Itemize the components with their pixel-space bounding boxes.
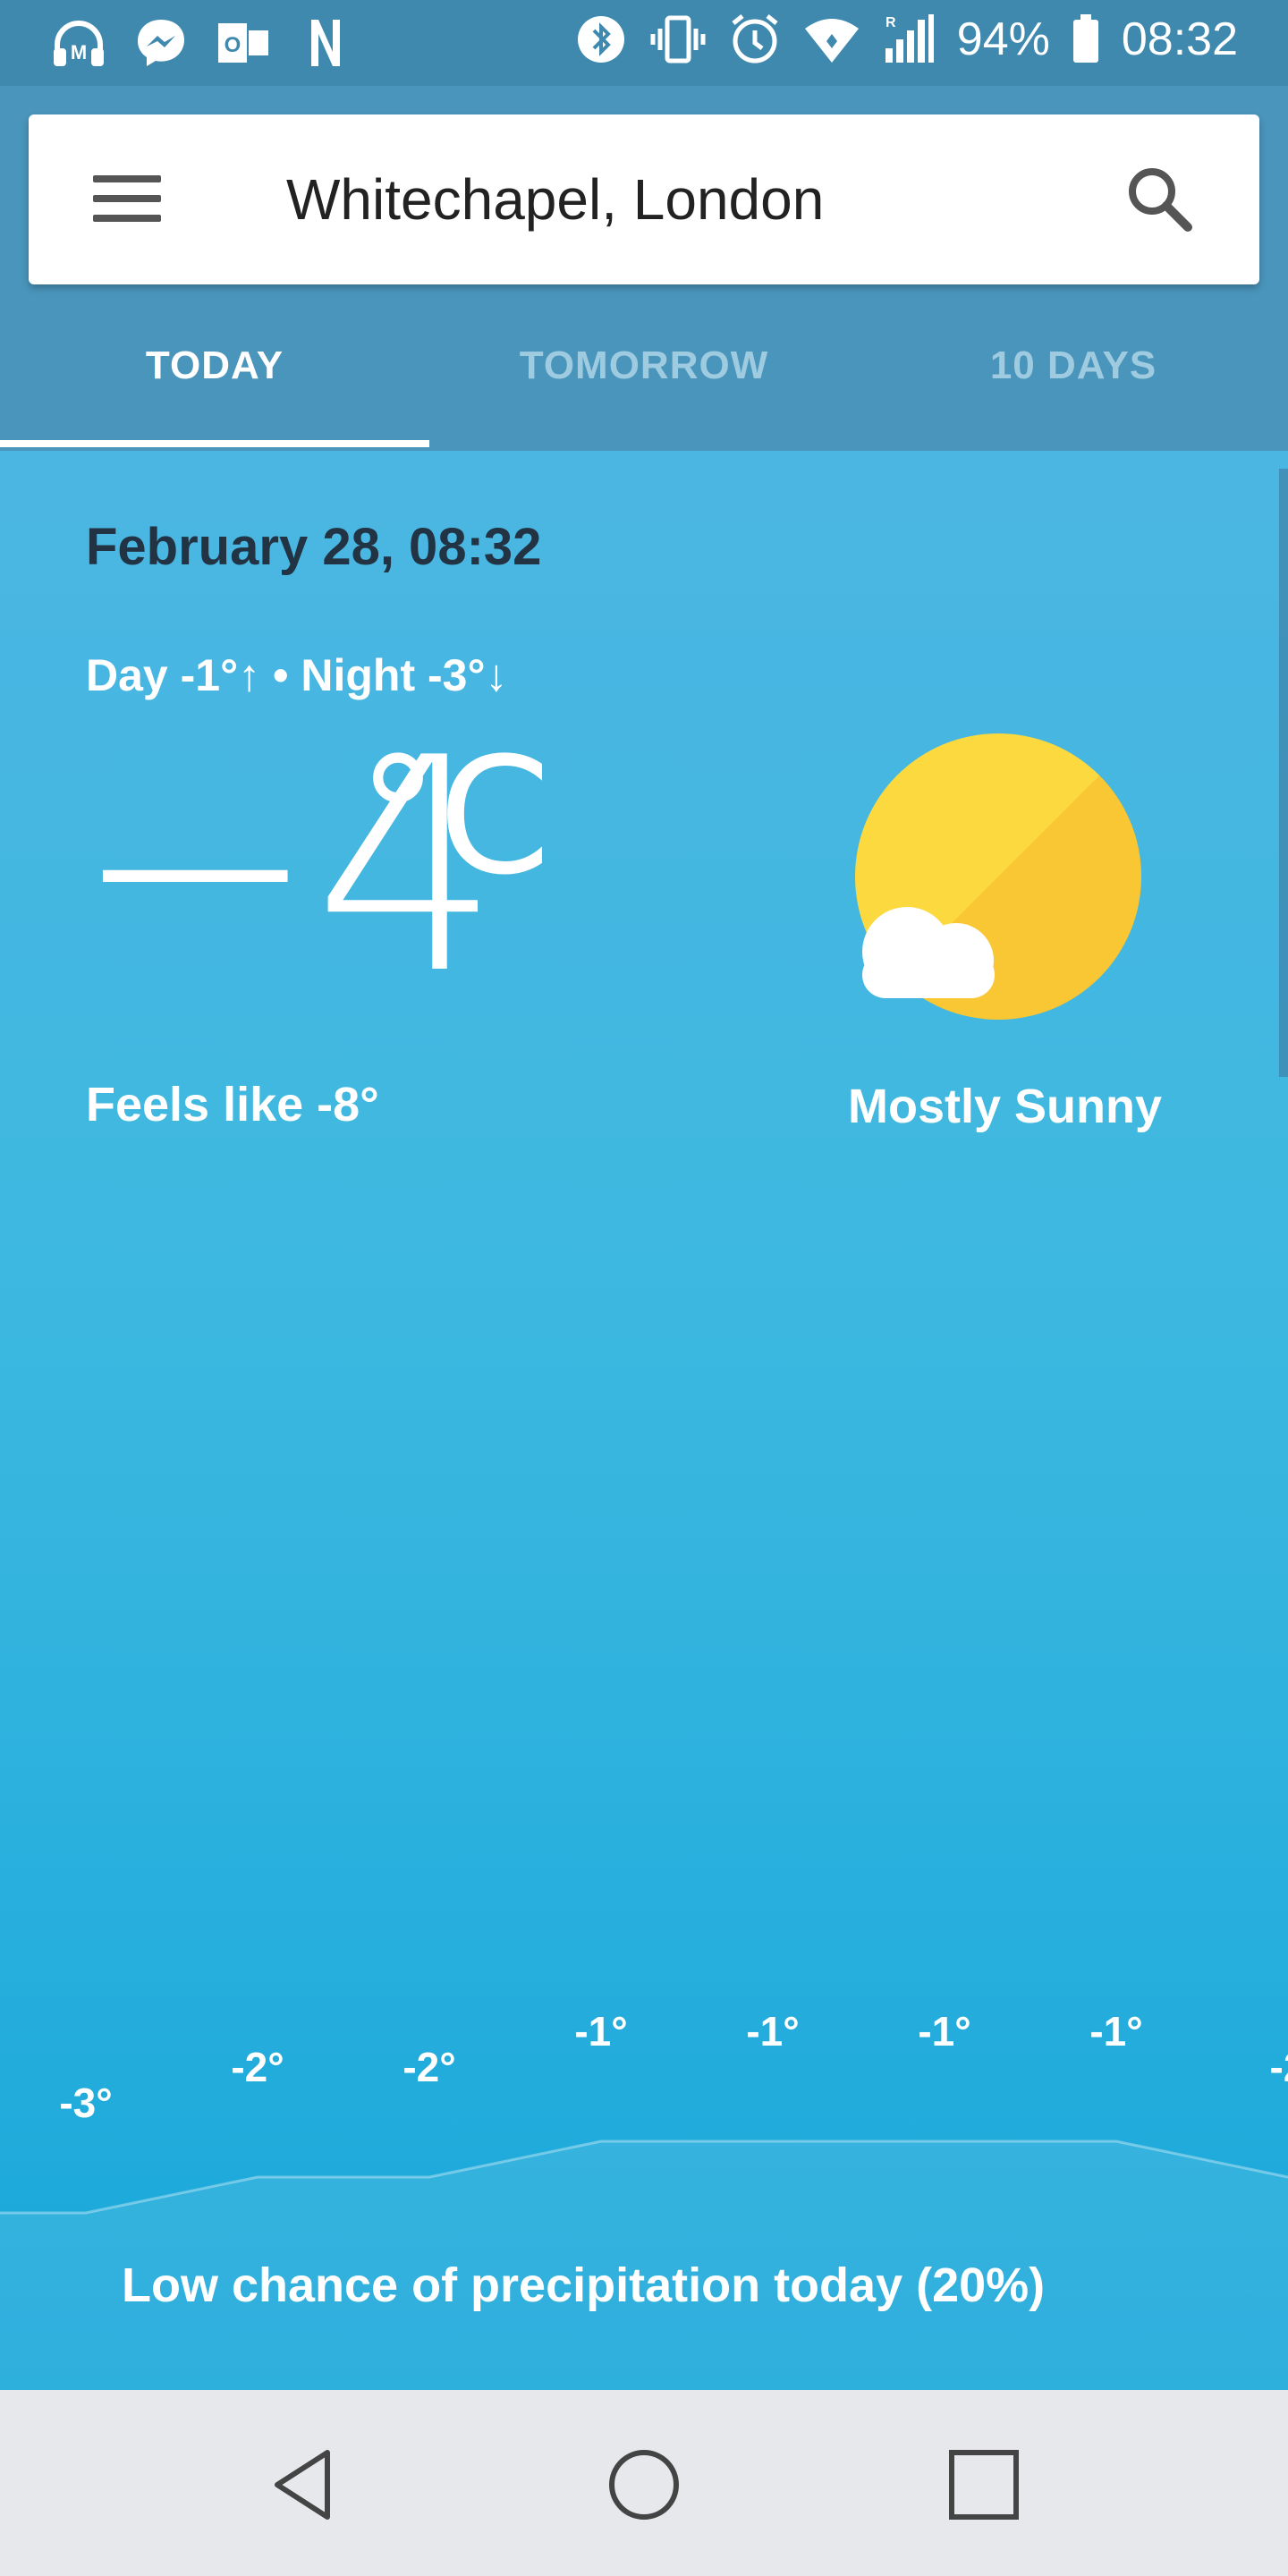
back-icon[interactable] bbox=[259, 2440, 349, 2529]
tab-today[interactable]: TODAY bbox=[0, 343, 429, 388]
status-bar: M O R 94% 08:32 bbox=[0, 0, 1288, 86]
hour-temperature: -1° bbox=[918, 2008, 971, 2055]
headset-mail-icon: M bbox=[50, 16, 107, 70]
hour-temperature: -2° bbox=[402, 2044, 456, 2090]
home-icon[interactable] bbox=[599, 2440, 689, 2529]
hour-temperature: -2 bbox=[1269, 2044, 1288, 2090]
hour-temperature: -1° bbox=[746, 2008, 800, 2055]
condition-text: Mostly Sunny bbox=[848, 1080, 1163, 1133]
clock: 08:32 bbox=[1121, 13, 1238, 65]
recents-icon[interactable] bbox=[939, 2440, 1029, 2529]
menu-icon[interactable] bbox=[93, 175, 161, 222]
weather-panel[interactable]: February 28, 08:32 Day -1°↑ • Night -3°↓… bbox=[0, 451, 1288, 2573]
mostly-sunny-icon bbox=[844, 726, 1148, 1030]
outlook-icon: O bbox=[215, 16, 272, 70]
bluetooth-icon bbox=[572, 13, 630, 66]
search-icon[interactable] bbox=[1123, 163, 1195, 234]
search-bar[interactable]: Whitechapel, London bbox=[29, 114, 1259, 284]
battery-percent: 94% bbox=[956, 13, 1050, 65]
vibrate-icon bbox=[649, 13, 707, 66]
current-temperature: −4 °C bbox=[72, 719, 551, 1014]
tab-10-days[interactable]: 10 DAYS bbox=[859, 343, 1288, 388]
hourly-forecast[interactable]: -3°09:00-2°10:00-2°11:00-1°12:00-1°13:00… bbox=[0, 1685, 1288, 2573]
scrollbar[interactable] bbox=[1279, 469, 1288, 1077]
svg-text:O: O bbox=[225, 33, 242, 57]
svg-text:R: R bbox=[886, 15, 896, 30]
n-app-icon bbox=[297, 16, 354, 70]
messenger-icon bbox=[132, 16, 190, 70]
forecast-tabs: TODAY TOMORROW 10 DAYS bbox=[0, 322, 1288, 451]
tab-tomorrow[interactable]: TOMORROW bbox=[429, 343, 859, 388]
navigation-bar bbox=[0, 2390, 1288, 2576]
active-tab-indicator bbox=[0, 440, 429, 447]
svg-text:M: M bbox=[71, 41, 87, 64]
signal-icon: R bbox=[880, 13, 937, 66]
day-night-temps: Day -1°↑ • Night -3°↓ bbox=[86, 650, 508, 700]
wifi-icon bbox=[803, 13, 860, 66]
temperature-unit: °C bbox=[358, 724, 551, 911]
hour-temperature: -1° bbox=[1089, 2008, 1143, 2055]
notification-icons: M O bbox=[50, 16, 354, 70]
hour-temperature: -3° bbox=[59, 2080, 113, 2126]
feels-like: Feels like -8° bbox=[86, 1078, 379, 1131]
current-datetime: February 28, 08:32 bbox=[86, 518, 542, 576]
hour-temperature: -1° bbox=[574, 2008, 628, 2055]
system-status: R 94% 08:32 bbox=[572, 13, 1238, 66]
hour-temperature: -2° bbox=[231, 2044, 284, 2090]
precipitation-summary: Low chance of precipitation today (20%) bbox=[122, 2258, 1046, 2312]
battery-icon bbox=[1070, 13, 1102, 66]
alarm-icon bbox=[726, 13, 784, 66]
location-name[interactable]: Whitechapel, London bbox=[286, 166, 824, 233]
